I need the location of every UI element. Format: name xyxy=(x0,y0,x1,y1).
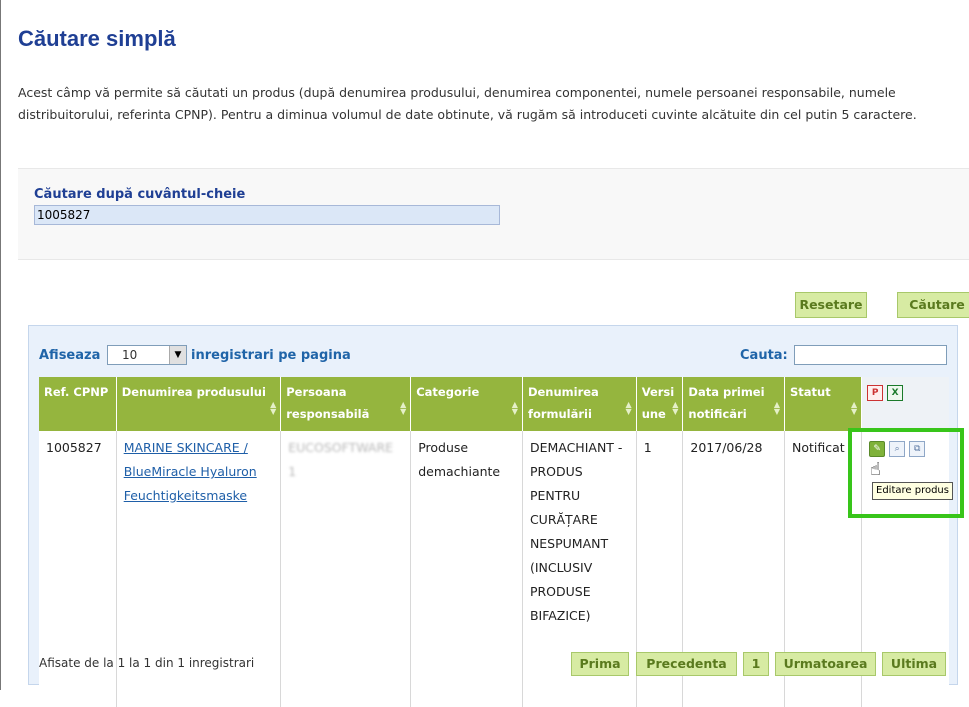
sort-icon: ▲ ▼ xyxy=(400,400,407,416)
column-header-label: Data primei notificări xyxy=(688,385,765,421)
sort-icon: ▲ ▼ xyxy=(851,400,858,416)
column-header-date[interactable]: Data primei notificări ▲ ▼ xyxy=(682,377,785,431)
pager-current-page[interactable]: 1 xyxy=(743,652,769,676)
column-header-label: Ref. CPNP xyxy=(44,385,109,399)
product-link[interactable]: BlueMiracle Hyaluron xyxy=(124,464,257,479)
cell-person: EUCOSOFTWARE 1 xyxy=(280,431,412,707)
keyword-search-input[interactable] xyxy=(34,205,500,225)
sort-icon: ▲ ▼ xyxy=(773,400,780,416)
search-button[interactable]: Căutare xyxy=(897,292,969,318)
page-size-select[interactable]: 10 ▼ xyxy=(107,345,187,365)
edit-highlight-box xyxy=(848,428,964,518)
column-header-label: Persoana responsabilă xyxy=(286,385,370,421)
sort-icon: ▲ ▼ xyxy=(270,400,277,416)
column-header-actions: PX xyxy=(861,377,949,431)
pager-previous-button[interactable]: Precedenta xyxy=(636,652,737,676)
excel-export-icon[interactable]: X xyxy=(887,384,904,401)
results-panel: Afiseaza 10 ▼ inregistrari pe pagina Cau… xyxy=(28,325,958,707)
search-panel: Căutare după cuvântul-cheie xyxy=(18,168,969,260)
column-header-label: Versi une xyxy=(641,385,675,421)
page-size-value: 10 xyxy=(122,348,138,362)
pdf-export-icon[interactable]: P xyxy=(867,384,884,401)
column-header-label: Categorie xyxy=(416,385,480,399)
sort-icon: ▲ ▼ xyxy=(672,400,679,416)
reset-button[interactable]: Resetare xyxy=(795,292,867,318)
sort-icon: ▲ ▼ xyxy=(625,400,632,416)
results-info: Afisate de la 1 la 1 din 1 inregistrari xyxy=(39,656,255,670)
sort-icon: ▲ ▼ xyxy=(511,400,518,416)
pager-first-button[interactable]: Prima xyxy=(571,652,629,676)
column-header-person[interactable]: Persoana responsabilă ▲ ▼ xyxy=(280,377,412,431)
cell-category: Produse demachiante xyxy=(410,431,523,707)
pager-next-button[interactable]: Urmatoarea xyxy=(775,652,876,676)
column-header-label: Denumirea produsului xyxy=(121,385,266,399)
product-link[interactable]: MARINE SKINCARE / xyxy=(124,440,248,455)
column-header-status[interactable]: Statut ▲ ▼ xyxy=(784,377,863,431)
window-left-border xyxy=(0,0,1,690)
column-header-ref[interactable]: Ref. CPNP xyxy=(39,377,117,431)
per-page-label: inregistrari pe pagina xyxy=(191,348,351,363)
hand-cursor-icon: ☝ xyxy=(870,459,881,480)
column-header-label: Denumirea formulării xyxy=(527,385,599,421)
pager-last-button[interactable]: Ultima xyxy=(882,652,946,676)
page-title: Căutare simplă xyxy=(18,26,176,51)
column-header-category[interactable]: Categorie ▲ ▼ xyxy=(410,377,523,431)
column-header-label: Statut xyxy=(789,385,831,399)
filter-label: Cauta: xyxy=(740,348,788,363)
column-header-product[interactable]: Denumirea produsului ▲ ▼ xyxy=(116,377,282,431)
intro-text: Acest câmp vă permite să căutati un prod… xyxy=(18,85,917,122)
column-header-formulation[interactable]: Denumirea formulării ▲ ▼ xyxy=(522,377,637,431)
search-label: Căutare după cuvântul-cheie xyxy=(34,187,246,202)
product-link[interactable]: Feuchtigkeitsmaske xyxy=(124,488,247,503)
edit-tooltip: Editare produs xyxy=(872,482,953,500)
chevron-down-icon[interactable]: ▼ xyxy=(169,346,186,364)
table-filter-input[interactable] xyxy=(794,345,947,365)
column-header-version[interactable]: Versi une ▲ ▼ xyxy=(636,377,684,431)
show-label: Afiseaza xyxy=(39,348,101,363)
redacted-person: EUCOSOFTWARE 1 xyxy=(288,440,394,479)
